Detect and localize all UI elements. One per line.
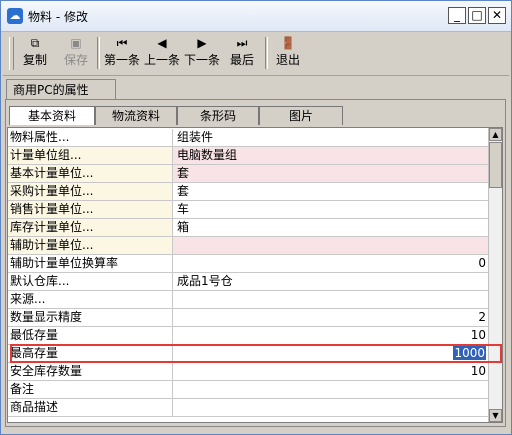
tab-image[interactable]: 图片 bbox=[259, 106, 343, 125]
table-row[interactable]: 默认仓库... 成品1号仓 bbox=[8, 273, 490, 291]
tab-basic-info[interactable]: 基本资料 bbox=[9, 106, 95, 125]
table-row[interactable]: 计量单位组... 电脑数量组 bbox=[8, 147, 490, 165]
property-value-cell[interactable]: 组装件 bbox=[173, 129, 490, 146]
property-name-cell: 辅助计量单位换算率 bbox=[8, 255, 173, 272]
first-icon: ⏮ bbox=[116, 36, 128, 50]
save-icon: ▣ bbox=[70, 36, 82, 50]
table-row[interactable]: 基本计量单位... 套 bbox=[8, 165, 490, 183]
toolbar-separator bbox=[265, 37, 268, 69]
property-name-cell: 采购计量单位... bbox=[8, 183, 173, 200]
last-record-button[interactable]: ⏭ 最后 bbox=[227, 34, 257, 72]
exit-button[interactable]: 🚪 退出 bbox=[273, 34, 303, 72]
property-value-cell[interactable] bbox=[173, 237, 490, 254]
table-row[interactable]: 辅助计量单位换算率 0 bbox=[8, 255, 490, 273]
property-value-cell[interactable]: 10 bbox=[173, 363, 490, 380]
table-row[interactable]: 辅助计量单位... bbox=[8, 237, 490, 255]
vertical-scrollbar[interactable]: ▲ ▼ bbox=[488, 128, 502, 422]
property-value-cell[interactable]: 0 bbox=[173, 255, 490, 272]
property-value-cell[interactable] bbox=[173, 399, 490, 416]
next-icon: ▶ bbox=[197, 36, 207, 50]
property-value-cell[interactable]: 成品1号仓 bbox=[173, 273, 490, 290]
table-row[interactable]: 采购计量单位... 套 bbox=[8, 183, 490, 201]
tab-logistics-info[interactable]: 物流资料 bbox=[95, 106, 177, 125]
table-row[interactable]: 库存计量单位... 箱 bbox=[8, 219, 490, 237]
property-name-cell: 辅助计量单位... bbox=[8, 237, 173, 254]
property-name-cell: 默认仓库... bbox=[8, 273, 173, 290]
property-value-cell[interactable]: 套 bbox=[173, 183, 490, 200]
property-grid: 物料属性... 组装件 计量单位组... 电脑数量组 基本计量单位... 套采购计量单位.… bbox=[7, 127, 503, 423]
copy-icon: ⧉ bbox=[30, 36, 40, 50]
scroll-up-arrow-icon[interactable]: ▲ bbox=[489, 128, 502, 141]
prev-record-button[interactable]: ◀ 上一条 bbox=[142, 34, 182, 72]
scroll-thumb[interactable] bbox=[489, 142, 502, 188]
property-name-cell: 备注 bbox=[8, 381, 173, 398]
property-name-cell: 来源... bbox=[8, 291, 173, 308]
property-name-cell: 库存计量单位... bbox=[8, 219, 173, 236]
minimize-button[interactable]: _ bbox=[448, 7, 466, 24]
last-icon: ⏭ bbox=[236, 36, 248, 50]
property-name-cell: 最低存量 bbox=[8, 327, 173, 344]
table-row[interactable]: 备注 bbox=[8, 381, 490, 399]
property-value-cell[interactable]: 1000 bbox=[173, 345, 490, 362]
property-group-tab[interactable]: 商用PC的属性 bbox=[6, 79, 116, 99]
maximize-button[interactable]: □ bbox=[468, 7, 486, 24]
last-label: 最后 bbox=[229, 53, 254, 67]
property-value-cell[interactable]: 箱 bbox=[173, 219, 490, 236]
next-label: 下一条 bbox=[183, 53, 220, 67]
save-button[interactable]: ▣ 保存 bbox=[61, 34, 91, 72]
selected-value-text[interactable]: 1000 bbox=[453, 346, 486, 360]
exit-door-icon: 🚪 bbox=[280, 36, 296, 50]
property-value-cell[interactable] bbox=[173, 291, 490, 308]
table-row[interactable]: 数量显示精度 2 bbox=[8, 309, 490, 327]
title-bar: ☁ 物料 - 修改 _ □ ✕ bbox=[1, 1, 511, 32]
first-label: 第一条 bbox=[103, 53, 140, 67]
table-row[interactable]: 销售计量单位... 车 bbox=[8, 201, 490, 219]
property-name-cell: 数量显示精度 bbox=[8, 309, 173, 326]
table-row[interactable]: 最低存量 10 bbox=[8, 327, 490, 345]
property-name-cell: 最高存量 bbox=[8, 345, 173, 362]
exit-label: 退出 bbox=[275, 53, 300, 67]
close-button[interactable]: ✕ bbox=[488, 7, 506, 24]
property-value-cell[interactable]: 10 bbox=[173, 327, 490, 344]
scroll-down-arrow-icon[interactable]: ▼ bbox=[489, 409, 502, 422]
table-row[interactable]: 安全库存数量 10 bbox=[8, 363, 490, 381]
property-value-cell[interactable] bbox=[173, 381, 490, 398]
copy-button[interactable]: ⧉ 复制 bbox=[20, 34, 50, 72]
save-label: 保存 bbox=[63, 53, 88, 67]
tab-barcode[interactable]: 条形码 bbox=[177, 106, 259, 125]
prev-label: 上一条 bbox=[143, 53, 180, 67]
copy-label: 复制 bbox=[22, 53, 47, 67]
table-row[interactable]: 商品描述 bbox=[8, 399, 490, 417]
property-name-cell: 销售计量单位... bbox=[8, 201, 173, 218]
property-value-cell[interactable]: 电脑数量组 bbox=[173, 147, 490, 164]
toolbar-separator bbox=[97, 37, 100, 69]
toolbar-grip[interactable] bbox=[9, 37, 14, 70]
window-title: 物料 - 修改 bbox=[28, 10, 88, 24]
first-record-button[interactable]: ⏮ 第一条 bbox=[102, 34, 142, 72]
table-row[interactable]: 物料属性... 组装件 bbox=[8, 129, 490, 147]
table-row[interactable]: 来源... bbox=[8, 291, 490, 309]
property-name-cell: 物料属性... bbox=[8, 129, 173, 146]
next-record-button[interactable]: ▶ 下一条 bbox=[182, 34, 222, 72]
property-name-cell: 基本计量单位... bbox=[8, 165, 173, 182]
property-value-cell[interactable]: 套 bbox=[173, 165, 490, 182]
property-name-cell: 商品描述 bbox=[8, 399, 173, 416]
property-name-cell: 计量单位组... bbox=[8, 147, 173, 164]
prev-icon: ◀ bbox=[157, 36, 167, 50]
table-row[interactable]: 最高存量 1000 bbox=[8, 345, 490, 363]
toolbar: ⧉ 复制 ▣ 保存 ⏮ 第一条 ◀ 上一条 ▶ 下一条 ⏭ 最后 🚪 退出 bbox=[3, 32, 509, 76]
property-value-cell[interactable]: 车 bbox=[173, 201, 490, 218]
cloud-app-icon: ☁ bbox=[7, 8, 23, 24]
property-value-cell[interactable]: 2 bbox=[173, 309, 490, 326]
material-edit-window: ☁ 物料 - 修改 _ □ ✕ ⧉ 复制 ▣ 保存 ⏮ 第一条 ◀ 上一条 ▶ … bbox=[0, 0, 512, 435]
property-name-cell: 安全库存数量 bbox=[8, 363, 173, 380]
